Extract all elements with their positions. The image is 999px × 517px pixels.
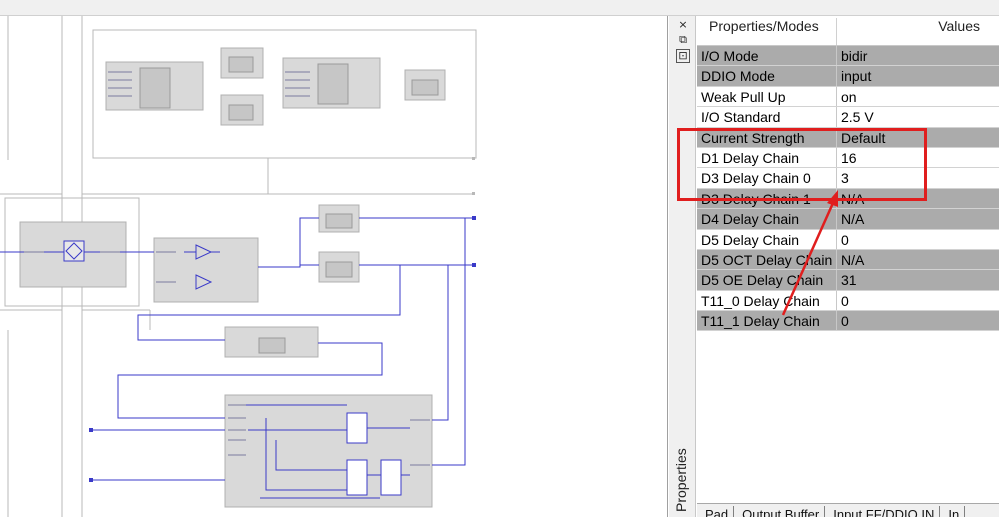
property-value[interactable]: 2.5 V <box>837 107 999 126</box>
property-row[interactable]: D5 OCT Delay Chain N/A <box>697 249 999 271</box>
properties-panel: Properties/Modes Values I/O Mode bidir DDI… <box>697 16 999 503</box>
property-name: D5 OE Delay Chain <box>697 270 837 290</box>
properties-tab[interactable]: Input FF/DDIO IN <box>825 506 941 517</box>
close-icon[interactable]: × <box>676 18 690 32</box>
property-name: I/O Mode <box>697 46 837 66</box>
annotation-highlight-box <box>677 128 927 201</box>
property-row[interactable]: T11_1 Delay Chain 0 <box>697 311 999 332</box>
properties-dock-title: Properties <box>673 448 689 512</box>
properties-dock-strip: × ⧉ ⊡ Properties <box>669 16 696 517</box>
pin-icon[interactable]: ⊡ <box>676 49 690 63</box>
property-name: D4 Delay Chain <box>697 209 837 229</box>
property-value[interactable]: 0 <box>837 311 999 330</box>
property-row[interactable]: T11_0 Delay Chain 0 <box>697 290 999 312</box>
properties-table-header: Properties/Modes Values <box>697 18 999 46</box>
properties-tab[interactable]: Pad <box>697 506 735 517</box>
properties-tab-bar: Pad Output Buffer Input FF/DDIO IN In <box>697 503 999 517</box>
properties-tab[interactable]: Output Buffer <box>734 506 826 517</box>
property-name: I/O Standard <box>697 107 837 127</box>
property-row[interactable]: I/O Mode bidir <box>697 46 999 67</box>
properties-tab[interactable]: In <box>940 506 966 517</box>
property-value[interactable]: bidir <box>837 46 999 65</box>
property-name: D5 OCT Delay Chain <box>697 249 837 270</box>
property-value[interactable]: on <box>837 87 999 106</box>
property-row[interactable]: Weak Pull Up on <box>697 86 999 108</box>
property-value[interactable]: input <box>837 66 999 85</box>
property-value[interactable]: N/A <box>837 250 999 269</box>
property-value[interactable]: N/A <box>837 209 999 228</box>
property-value[interactable]: 0 <box>837 291 999 310</box>
property-row[interactable]: I/O Standard 2.5 V <box>697 107 999 128</box>
property-name: D5 Delay Chain <box>697 229 837 249</box>
schematic-diagram <box>0 16 477 517</box>
schematic-canvas[interactable] <box>0 16 668 517</box>
property-name: DDIO Mode <box>697 66 837 86</box>
window-top-strip <box>0 0 999 16</box>
property-value[interactable]: 31 <box>837 270 999 289</box>
property-name: T11_1 Delay Chain <box>697 311 837 331</box>
properties-modes-column-header[interactable]: Properties/Modes <box>697 18 837 45</box>
property-name: Weak Pull Up <box>697 86 837 107</box>
property-value[interactable]: 0 <box>837 230 999 249</box>
values-column-header[interactable]: Values <box>837 18 999 45</box>
property-row[interactable]: DDIO Mode input <box>697 66 999 87</box>
property-row[interactable]: D4 Delay Chain N/A <box>697 209 999 230</box>
property-row[interactable]: D5 Delay Chain 0 <box>697 229 999 250</box>
property-name: T11_0 Delay Chain <box>697 290 837 311</box>
property-row[interactable]: D5 OE Delay Chain 31 <box>697 270 999 291</box>
float-icon[interactable]: ⧉ <box>676 33 690 47</box>
